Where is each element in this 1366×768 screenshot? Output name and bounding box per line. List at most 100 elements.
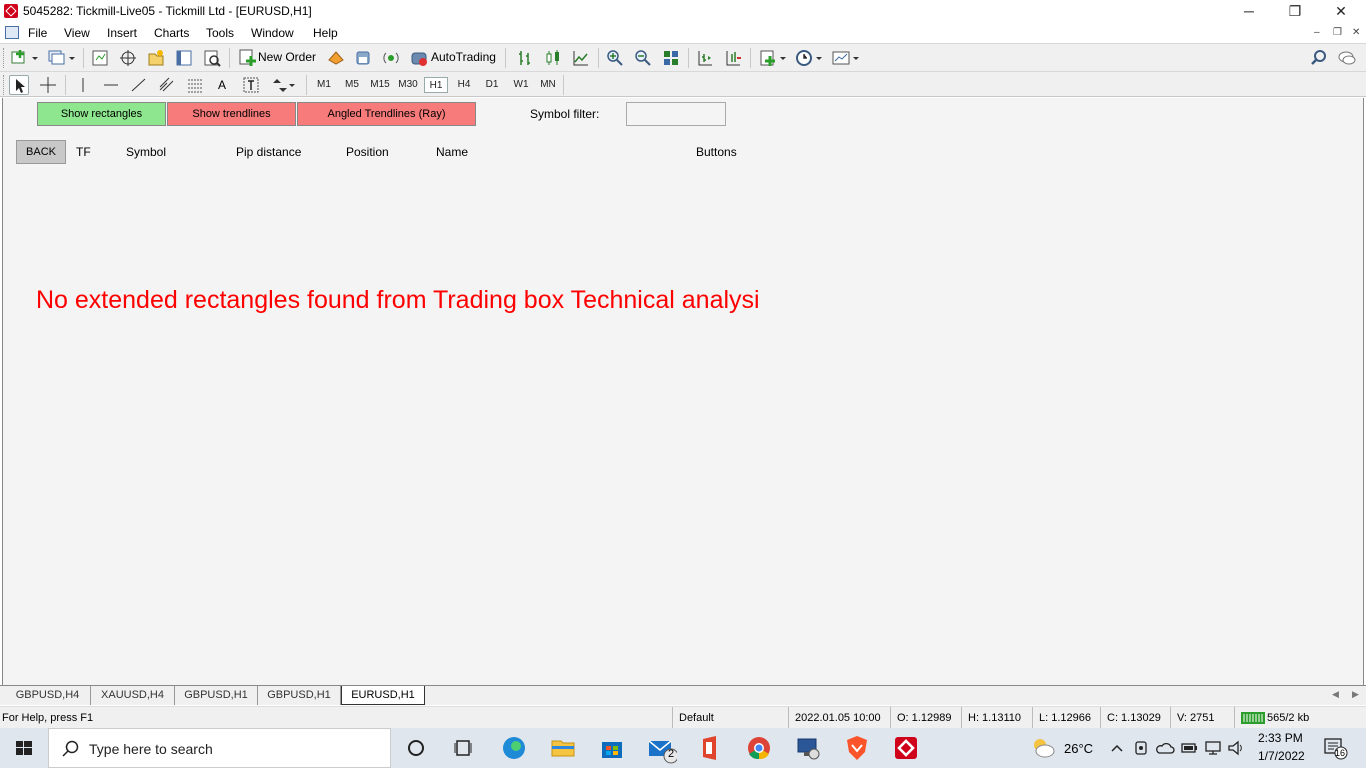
menu-window[interactable]: Window <box>251 26 294 40</box>
menu-charts[interactable]: Charts <box>154 26 189 40</box>
periods-clock-icon[interactable] <box>794 48 814 68</box>
dropdown-arrow-icon[interactable] <box>67 48 87 68</box>
new-order-icon[interactable] <box>238 48 258 68</box>
bar-chart-icon[interactable] <box>515 48 535 68</box>
menu-insert[interactable]: Insert <box>107 26 137 40</box>
clock-time[interactable]: 2:33 PM <box>1258 731 1303 745</box>
timeframe-w1-button[interactable]: W1 <box>510 77 532 93</box>
menu-view[interactable]: View <box>64 26 90 40</box>
metaeditor-icon[interactable] <box>326 48 346 68</box>
chart-tab-gbpusd-h4[interactable]: GBPUSD,H4 <box>5 686 91 705</box>
back-button[interactable]: BACK <box>16 140 66 164</box>
timeframe-m30-button[interactable]: M30 <box>396 77 420 93</box>
timeframe-m5-button[interactable]: M5 <box>341 77 363 93</box>
timeframe-d1-button[interactable]: D1 <box>481 77 503 93</box>
metatrader-icon[interactable] <box>890 732 922 764</box>
angled-trendlines-button[interactable]: Angled Trendlines (Ray) <box>297 102 476 126</box>
mdi-close-button[interactable]: ✕ <box>1352 27 1360 38</box>
office-icon[interactable] <box>694 732 726 764</box>
equidistant-channel-icon[interactable] <box>157 75 177 95</box>
menu-tools[interactable]: Tools <box>206 26 234 40</box>
timeframe-h4-button[interactable]: H4 <box>453 77 475 93</box>
menu-help[interactable]: Help <box>313 26 338 40</box>
line-chart-icon[interactable] <box>571 48 591 68</box>
terminal-icon[interactable] <box>174 48 194 68</box>
windows-start-icon[interactable] <box>0 728 48 768</box>
search-icon[interactable] <box>1309 48 1329 68</box>
mdi-minimize-button[interactable]: – <box>1314 27 1320 38</box>
zoom-out-icon[interactable] <box>633 48 653 68</box>
chart-tab-eurusd-h1[interactable]: EURUSD,H1 <box>341 686 425 705</box>
chart-tab-gbpusd-h1[interactable]: GBPUSD,H1 <box>175 686 258 705</box>
chart-shift-icon[interactable] <box>695 48 715 68</box>
taskbar-search-box[interactable]: Type here to search <box>48 728 391 768</box>
brave-browser-icon[interactable] <box>841 732 873 764</box>
vertical-line-icon[interactable] <box>73 75 93 95</box>
meet-now-icon[interactable] <box>1133 739 1149 757</box>
onedrive-icon[interactable] <box>1155 740 1175 756</box>
new-chart-icon[interactable] <box>10 48 30 68</box>
volume-icon[interactable] <box>1227 740 1245 756</box>
chart-window[interactable]: Show rectangles Show trendlines Angled T… <box>2 98 1364 685</box>
chart-tab-gbpusd-h1-2[interactable]: GBPUSD,H1 <box>258 686 341 705</box>
crosshair-icon[interactable] <box>38 75 58 95</box>
data-window-icon[interactable] <box>118 48 138 68</box>
chrome-icon[interactable] <box>743 732 775 764</box>
weather-temperature[interactable]: 26°C <box>1064 741 1093 756</box>
close-button[interactable]: ✕ <box>1318 0 1364 23</box>
templates-icon[interactable] <box>831 48 851 68</box>
new-order-button[interactable]: New Order <box>258 50 316 64</box>
cursor-icon[interactable] <box>9 75 29 95</box>
horizontal-line-icon[interactable] <box>101 75 121 95</box>
navigator-icon[interactable] <box>146 48 166 68</box>
toolbar-grip[interactable] <box>3 75 6 95</box>
strategy-tester-icon[interactable] <box>202 48 222 68</box>
arrows-icon[interactable] <box>269 75 289 95</box>
file-explorer-icon[interactable] <box>547 732 579 764</box>
signals-icon[interactable] <box>381 48 401 68</box>
zoom-in-icon[interactable] <box>605 48 625 68</box>
edge-icon[interactable] <box>498 732 530 764</box>
weather-icon[interactable] <box>1030 736 1056 760</box>
remote-desktop-icon[interactable] <box>792 732 824 764</box>
tabs-scroll-left-icon[interactable]: ◀ <box>1332 689 1339 700</box>
menu-file[interactable]: File <box>28 26 47 40</box>
clock-date[interactable]: 1/7/2022 <box>1258 749 1305 763</box>
minimize-button[interactable]: ─ <box>1226 0 1272 23</box>
autotrading-icon[interactable] <box>409 48 429 68</box>
timeframe-mn-button[interactable]: MN <box>537 77 559 93</box>
dropdown-arrow-icon[interactable] <box>851 48 871 68</box>
symbol-filter-input[interactable] <box>626 102 726 126</box>
auto-scroll-icon[interactable] <box>723 48 743 68</box>
candlesticks-icon[interactable] <box>543 48 563 68</box>
chart-tab-xauusd-h4[interactable]: XAUUSD,H4 <box>91 686 175 705</box>
cortana-icon[interactable] <box>400 732 432 764</box>
tabs-scroll-right-icon[interactable]: ▶ <box>1352 689 1359 700</box>
mdi-restore-button[interactable]: ❐ <box>1333 27 1342 38</box>
toolbar-grip[interactable] <box>3 48 6 68</box>
text-tool-button[interactable]: A <box>218 78 226 92</box>
restore-button[interactable]: ❐ <box>1272 0 1318 23</box>
battery-icon[interactable] <box>1180 740 1198 756</box>
dropdown-arrow-icon[interactable] <box>287 75 307 95</box>
market-watch-icon[interactable] <box>90 48 110 68</box>
timeframe-m1-button[interactable]: M1 <box>313 77 335 93</box>
chevron-up-icon[interactable] <box>1110 741 1124 755</box>
profiles-icon[interactable] <box>47 48 67 68</box>
task-view-icon[interactable] <box>448 732 480 764</box>
show-trendlines-button[interactable]: Show trendlines <box>167 102 296 126</box>
timeframe-h1-button[interactable]: H1 <box>424 77 448 93</box>
network-icon[interactable] <box>1204 740 1222 756</box>
show-rectangles-button[interactable]: Show rectangles <box>37 102 166 126</box>
market-icon[interactable] <box>353 48 373 68</box>
chat-icon[interactable] <box>1337 48 1357 68</box>
trendline-icon[interactable] <box>129 75 149 95</box>
timeframe-m15-button[interactable]: M15 <box>368 77 392 93</box>
chart-window-icon[interactable] <box>5 26 19 39</box>
indicators-icon[interactable] <box>758 48 778 68</box>
microsoft-store-icon[interactable] <box>596 732 628 764</box>
tile-windows-icon[interactable] <box>661 48 681 68</box>
text-label-icon[interactable] <box>241 75 261 95</box>
autotrading-button[interactable]: AutoTrading <box>431 50 496 64</box>
fibonacci-icon[interactable] <box>185 75 205 95</box>
